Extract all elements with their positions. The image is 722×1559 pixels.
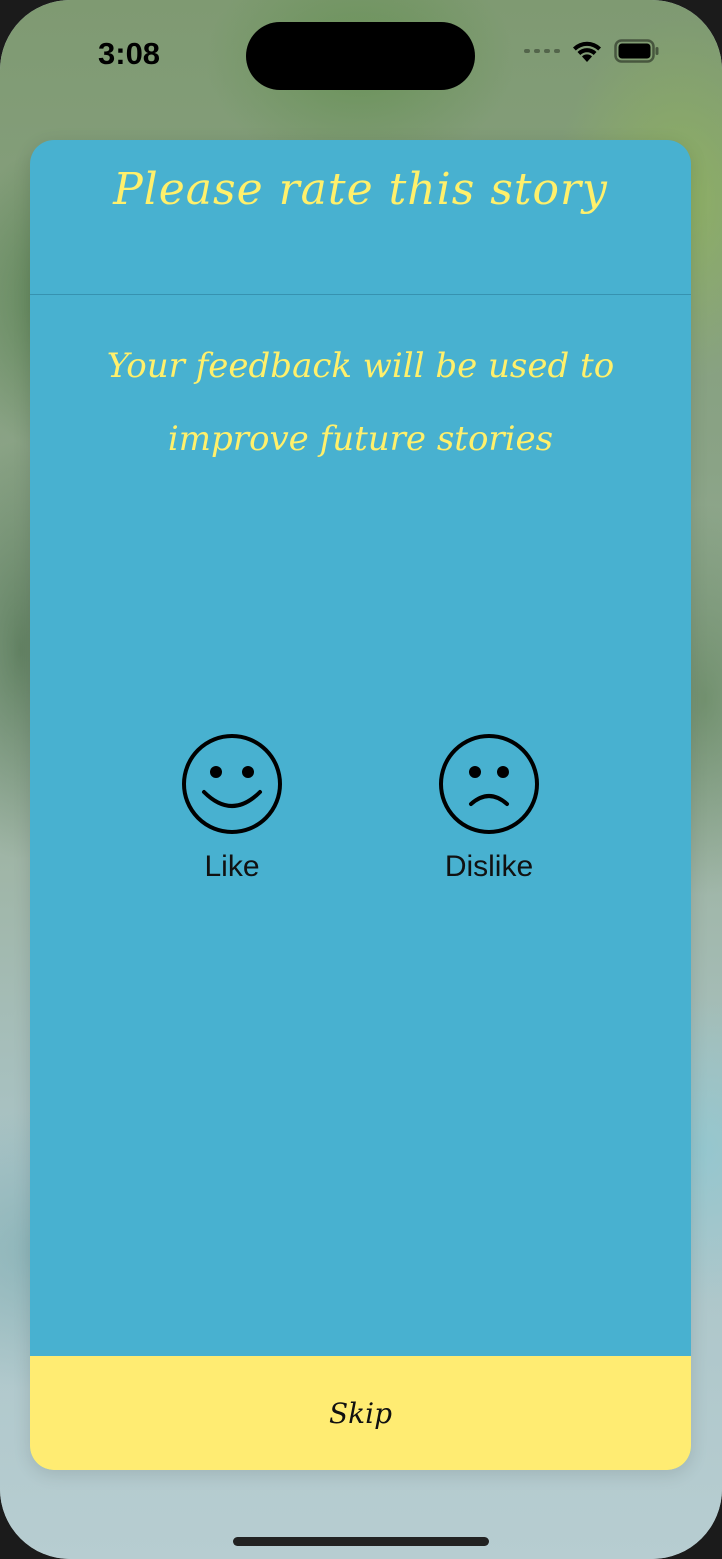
- battery-icon: [614, 39, 659, 63]
- skip-button[interactable]: Skip: [30, 1356, 691, 1470]
- wifi-icon: [573, 41, 601, 62]
- dislike-label: Dislike: [444, 850, 534, 883]
- divider: [30, 294, 691, 295]
- rating-dialog: Please rate this story Your feedback wil…: [30, 140, 691, 1470]
- home-indicator[interactable]: [233, 1537, 489, 1546]
- dialog-title: Please rate this story: [113, 164, 608, 215]
- smiley-face-icon: [182, 734, 282, 834]
- sad-face-icon: [439, 734, 539, 834]
- cellular-signal-icon: [524, 49, 560, 53]
- like-label: Like: [204, 850, 260, 883]
- like-button[interactable]: Like: [162, 732, 302, 884]
- dialog-subtitle: Your feedback will be used to improve fu…: [106, 346, 615, 459]
- dynamic-island: [246, 22, 475, 90]
- dislike-button[interactable]: Dislike: [419, 732, 559, 884]
- status-time: 3:08: [98, 36, 161, 71]
- status-icons: [524, 38, 660, 64]
- phone-screen: 3:08 Please rate this story Your feedbac…: [0, 0, 722, 1559]
